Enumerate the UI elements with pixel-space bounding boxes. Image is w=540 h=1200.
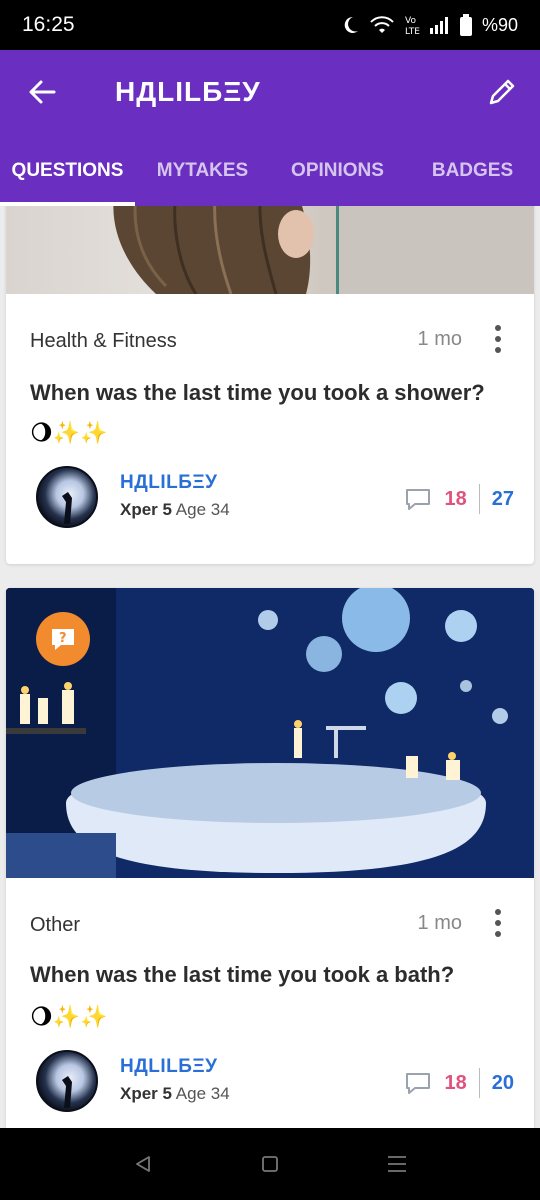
author-age: Age 34 <box>175 1084 230 1103</box>
menu-lines-icon <box>387 1156 406 1172</box>
back-button[interactable] <box>24 74 60 110</box>
question-title[interactable]: When was the last time you took a bath? <box>30 960 510 990</box>
nav-home-button[interactable] <box>256 1150 284 1178</box>
question-image[interactable]: ? <box>6 588 534 878</box>
post-stats: 18 27 <box>405 484 514 514</box>
app-header: НДLILБΞУ QUESTIONS MYTAKES OPINIONS BADG… <box>0 50 540 206</box>
volte-icon: Vo LTE <box>404 14 420 36</box>
author-meta: Xper 5 Age 34 <box>120 1084 230 1104</box>
battery-icon <box>459 14 472 36</box>
status-icons: Vo LTE %90 <box>340 14 518 36</box>
moon-icon <box>340 15 360 35</box>
question-title[interactable]: When was the last time you took a shower… <box>30 378 510 408</box>
post-stats: 18 20 <box>405 1068 514 1098</box>
battery-level: %90 <box>481 14 518 35</box>
nav-recents-button[interactable] <box>383 1150 411 1178</box>
comment-count[interactable]: 18 <box>445 488 467 511</box>
question-card[interactable]: Health & Fitness 1 mo When was the last … <box>6 206 534 564</box>
author-meta: Xper 5 Age 34 <box>120 500 230 520</box>
more-options-icon[interactable] <box>492 324 504 354</box>
vote-count[interactable]: 27 <box>492 488 514 511</box>
more-options-icon[interactable] <box>492 908 504 938</box>
author-name[interactable]: НДLILБΞУ <box>120 1056 217 1078</box>
nav-back-button[interactable] <box>129 1150 157 1178</box>
page-title: НДLILБΞУ <box>115 76 261 107</box>
status-bar: 16:25 Vo LTE %90 <box>0 0 540 50</box>
avatar[interactable] <box>36 466 98 528</box>
category-label[interactable]: Health & Fitness <box>30 330 177 353</box>
comment-icon <box>405 1073 430 1094</box>
author-age: Age 34 <box>175 500 230 519</box>
category-label[interactable]: Other <box>30 914 80 937</box>
wifi-icon <box>370 15 394 35</box>
edit-button[interactable] <box>484 74 520 110</box>
svg-text:?: ? <box>59 631 67 646</box>
svg-text:Vo: Vo <box>405 16 416 26</box>
pencil-icon <box>489 79 515 105</box>
xper-level: Xper 5 <box>120 500 172 519</box>
status-time: 16:25 <box>22 13 75 36</box>
question-card[interactable]: ? Other 1 mo When was the last time you … <box>6 588 534 1128</box>
tab-questions[interactable]: QUESTIONS <box>0 136 135 206</box>
svg-text:LTE: LTE <box>405 27 420 36</box>
vote-count[interactable]: 20 <box>492 1072 514 1095</box>
stats-divider <box>478 484 480 514</box>
tab-opinions[interactable]: OPINIONS <box>270 136 405 206</box>
comment-count[interactable]: 18 <box>445 1072 467 1095</box>
post-time: 1 mo <box>417 328 462 350</box>
comment-icon <box>405 489 430 510</box>
header-row: НДLILБΞУ <box>0 50 540 136</box>
square-home-icon <box>262 1156 278 1172</box>
signal-icon <box>429 16 450 34</box>
tab-bar: QUESTIONS MYTAKES OPINIONS BADGES <box>0 136 540 206</box>
post-time: 1 mo <box>417 912 462 934</box>
triangle-back-icon <box>136 1156 151 1172</box>
arrow-left-icon <box>29 80 56 104</box>
question-image[interactable] <box>6 206 534 294</box>
avatar[interactable] <box>36 1050 98 1112</box>
question-badge: ? <box>36 612 90 666</box>
tab-badges[interactable]: BADGES <box>405 136 540 206</box>
question-emoji: 🌖✨✨ <box>30 420 108 445</box>
tab-mytakes[interactable]: MYTAKES <box>135 136 270 206</box>
xper-level: Xper 5 <box>120 1084 172 1103</box>
author-name[interactable]: НДLILБΞУ <box>120 472 217 494</box>
question-bubble-icon: ? <box>52 629 74 650</box>
question-emoji: 🌖✨✨ <box>30 1004 108 1029</box>
system-nav-bar <box>0 1128 540 1200</box>
question-feed: Health & Fitness 1 mo When was the last … <box>0 206 540 1128</box>
stats-divider <box>478 1068 480 1098</box>
